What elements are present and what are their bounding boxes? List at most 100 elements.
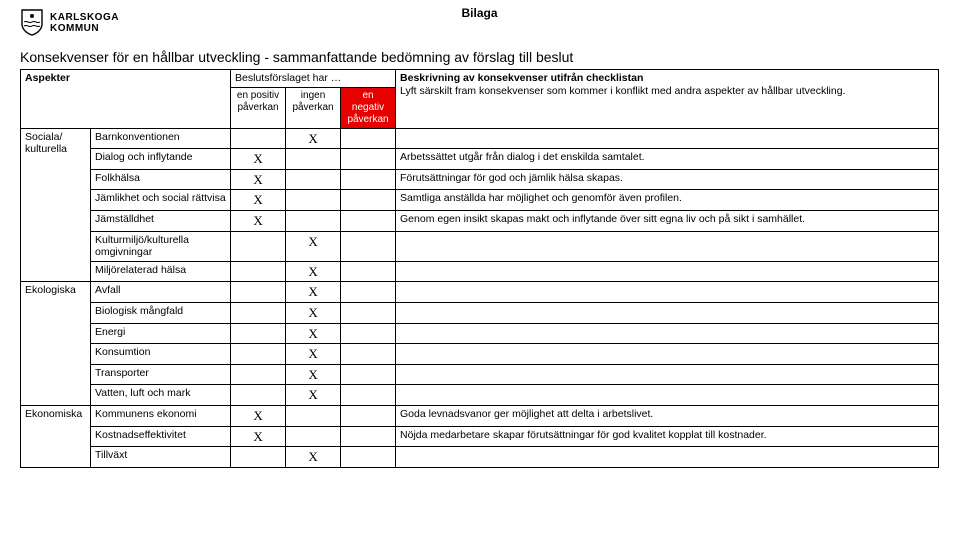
table-row: Ekologiska Avfall X [21,282,939,303]
cell-desc: Genom egen insikt skapas makt och inflyt… [396,210,939,231]
org-logo: KARLSKOGA KOMMUN [20,8,119,39]
table-row: Jämställdhet X Genom egen insikt skapas … [21,210,939,231]
row-label: Dialog och inflytande [91,149,231,170]
cell-desc [396,385,939,406]
cell-neg [341,426,396,447]
group-econ: Ekonomiska [21,405,91,467]
cell-pos: X [231,426,286,447]
row-label: Kostnadseffektivitet [91,426,231,447]
group-social: Sociala/ kulturella [21,128,91,282]
cell-neg [341,128,396,149]
row-label: Tillväxt [91,447,231,468]
row-label: Kommunens ekonomi [91,405,231,426]
cell-pos [231,385,286,406]
cell-none: X [286,302,341,323]
cell-neg [341,149,396,170]
cell-pos [231,302,286,323]
cell-pos: X [231,190,286,211]
row-label: Transporter [91,364,231,385]
table-row: Tillväxt X [21,447,939,468]
cell-none [286,426,341,447]
cell-desc [396,261,939,282]
cell-desc [396,231,939,261]
row-label: Miljörelaterad hälsa [91,261,231,282]
table-row: Sociala/ kulturella Barnkonventionen X [21,128,939,149]
cell-neg [341,231,396,261]
cell-desc: Goda levnadsvanor ger möjlighet att delt… [396,405,939,426]
row-label: Barnkonventionen [91,128,231,149]
col-negative: en negativ påverkan [341,87,396,128]
row-label: Vatten, luft och mark [91,385,231,406]
col-aspekter: Aspekter [21,70,231,129]
cell-pos [231,261,286,282]
cell-desc: Nöjda medarbetare skapar förutsättningar… [396,426,939,447]
cell-none: X [286,282,341,303]
cell-neg [341,169,396,190]
cell-none: X [286,261,341,282]
cell-neg [341,210,396,231]
cell-none: X [286,344,341,365]
cell-pos: X [231,149,286,170]
group-eco: Ekologiska [21,282,91,406]
row-label: Jämställdhet [91,210,231,231]
table-row: Vatten, luft och mark X [21,385,939,406]
cell-neg [341,344,396,365]
cell-desc [396,447,939,468]
table-row: Kostnadseffektivitet X Nöjda medarbetare… [21,426,939,447]
cell-pos [231,231,286,261]
cell-pos [231,128,286,149]
cell-neg [341,447,396,468]
cell-pos: X [231,405,286,426]
cell-neg [341,282,396,303]
cell-desc: Samtliga anställda har möjlighet och gen… [396,190,939,211]
row-label: Energi [91,323,231,344]
cell-neg [341,405,396,426]
table-row: Miljörelaterad hälsa X [21,261,939,282]
cell-none: X [286,364,341,385]
col-proposal: Beslutsförslaget har … [231,70,396,88]
cell-desc: Förutsättningar för god och jämlik hälsa… [396,169,939,190]
cell-none: X [286,231,341,261]
cell-desc [396,282,939,303]
cell-none: X [286,128,341,149]
impact-table: Aspekter Beslutsförslaget har … Beskrivn… [20,69,939,468]
table-row: Kulturmiljö/kulturella omgivningar X [21,231,939,261]
col-positive: en positiv påverkan [231,87,286,128]
cell-pos: X [231,169,286,190]
cell-neg [341,323,396,344]
col-none: ingen påverkan [286,87,341,128]
attachment-label: Bilaga [461,6,497,20]
cell-pos [231,323,286,344]
cell-desc [396,323,939,344]
cell-pos: X [231,210,286,231]
cell-pos [231,344,286,365]
cell-pos [231,282,286,303]
cell-neg [341,302,396,323]
row-label: Konsumtion [91,344,231,365]
org-name-line2: KOMMUN [50,24,119,35]
table-row: Dialog och inflytande X Arbetssättet utg… [21,149,939,170]
cell-pos [231,364,286,385]
cell-neg [341,261,396,282]
page-title: Konsekvenser för en hållbar utveckling -… [20,49,939,65]
cell-none: X [286,385,341,406]
cell-neg [341,190,396,211]
row-label: Folkhälsa [91,169,231,190]
table-row: Transporter X [21,364,939,385]
desc-title: Beskrivning av konsekvenser utifrån chec… [400,72,643,84]
table-row: Konsumtion X [21,344,939,365]
cell-desc: Arbetssättet utgår från dialog i det ens… [396,149,939,170]
row-label: Jämlikhet och social rättvisa [91,190,231,211]
table-row: Biologisk mångfald X [21,302,939,323]
cell-desc [396,344,939,365]
shield-icon [20,8,44,39]
col-description: Beskrivning av konsekvenser utifrån chec… [396,70,939,129]
row-label: Avfall [91,282,231,303]
table-row: Ekonomiska Kommunens ekonomi X Goda levn… [21,405,939,426]
row-label: Biologisk mångfald [91,302,231,323]
cell-desc [396,364,939,385]
cell-neg [341,385,396,406]
cell-desc [396,302,939,323]
table-row: Jämlikhet och social rättvisa X Samtliga… [21,190,939,211]
cell-pos [231,447,286,468]
